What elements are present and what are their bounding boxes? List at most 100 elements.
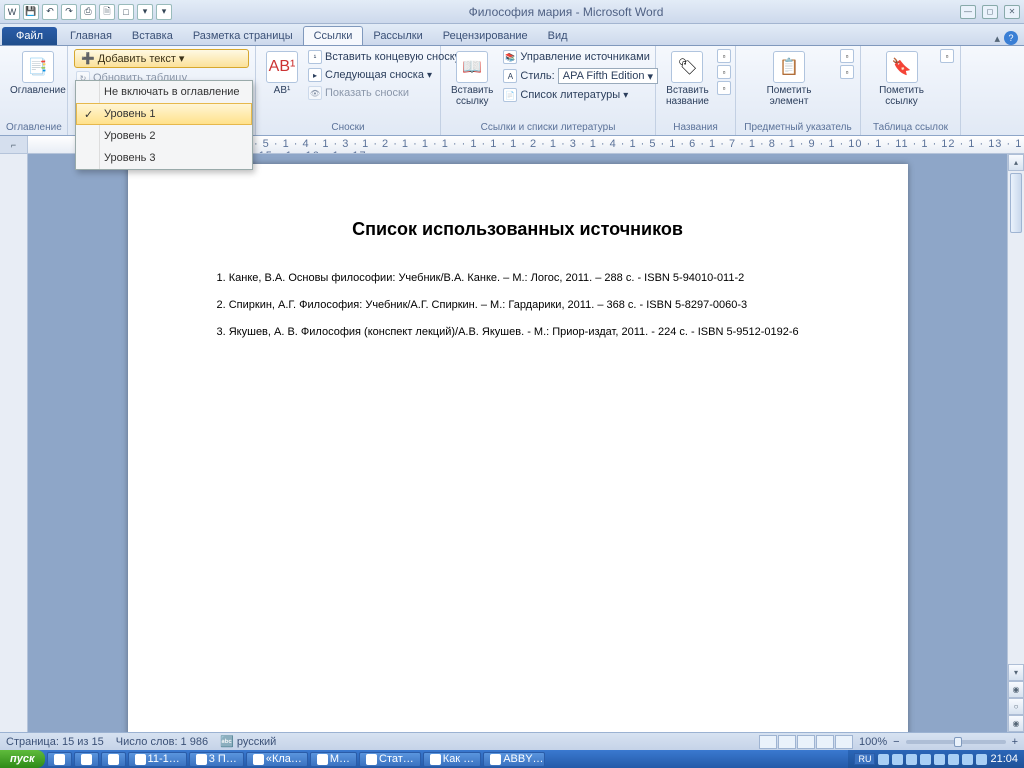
zoom-label[interactable]: 100% <box>859 736 887 748</box>
dd-item-level3[interactable]: Уровень 3 <box>76 147 252 169</box>
bibliography-list: Канке, В.А. Основы философии: Учебник/В.… <box>213 268 823 343</box>
view-print-icon[interactable] <box>759 735 777 749</box>
tray-icon[interactable] <box>906 754 917 765</box>
view-read-icon[interactable] <box>778 735 796 749</box>
ribbon-min-icon[interactable]: ▴ <box>994 32 1000 45</box>
style-select[interactable]: APA Fifth Edition▾ <box>558 68 658 84</box>
cap-sm3-icon[interactable]: ▫ <box>717 81 731 95</box>
tab-mailings[interactable]: Рассылки <box>363 27 432 45</box>
tray-icon[interactable] <box>878 754 889 765</box>
minimize-button[interactable]: ― <box>960 5 976 19</box>
tray-icon[interactable] <box>948 754 959 765</box>
taskbar-item[interactable]: 11-1… <box>128 752 187 767</box>
next-page-icon[interactable]: ◉ <box>1008 715 1024 732</box>
tab-home[interactable]: Главная <box>60 27 122 45</box>
app-icon <box>135 754 146 765</box>
redo-icon[interactable]: ↷ <box>61 4 77 20</box>
taskbar-item[interactable]: Как … <box>423 752 481 767</box>
taskbar-item[interactable]: М… <box>310 752 357 767</box>
app-icon <box>81 754 92 765</box>
tb-quick2[interactable] <box>74 752 99 767</box>
bibliography-button[interactable]: 📄Список литературы ▾ <box>501 87 660 103</box>
manage-sources-button[interactable]: 📚Управление источниками <box>501 49 660 65</box>
dd-item-level1[interactable]: ✓Уровень 1 <box>76 103 252 125</box>
dd-item-none[interactable]: Не включать в оглавление <box>76 81 252 103</box>
group-authorities: Таблица ссылок <box>867 120 954 133</box>
tb-quick1[interactable] <box>47 752 72 767</box>
scroll-up-icon[interactable]: ▴ <box>1008 154 1024 171</box>
taskbar-item[interactable]: «Кла… <box>246 752 308 767</box>
scrollbar-vertical[interactable]: ▴ ▾ ◉ ○ ◉ <box>1007 154 1024 732</box>
zoom-in-icon[interactable]: + <box>1012 736 1018 748</box>
help-icon[interactable]: ? <box>1004 31 1018 45</box>
view-outline-icon[interactable] <box>816 735 834 749</box>
tab-insert[interactable]: Вставка <box>122 27 183 45</box>
zoom-slider[interactable] <box>906 740 1006 744</box>
word-icon[interactable]: W <box>4 4 20 20</box>
zoom-out-icon[interactable]: − <box>893 736 899 748</box>
ruler-corner[interactable]: ⌐ <box>0 136 28 153</box>
close-button[interactable]: ✕ <box>1004 5 1020 19</box>
browse-icon[interactable]: ○ <box>1008 698 1024 715</box>
tb-quick3[interactable] <box>101 752 126 767</box>
open-icon[interactable]: ▾ <box>137 4 153 20</box>
tab-references[interactable]: Ссылки <box>303 26 364 45</box>
maximize-button[interactable]: ◻ <box>982 5 998 19</box>
prev-page-icon[interactable]: ◉ <box>1008 681 1024 698</box>
quick-access-toolbar: W 💾 ↶ ↷ ⎙ 🗎 □ ▾ ▾ <box>4 4 172 20</box>
view-draft-icon[interactable] <box>835 735 853 749</box>
ruler-vertical[interactable] <box>0 154 28 732</box>
dd-item-level2[interactable]: Уровень 2 <box>76 125 252 147</box>
document-area[interactable]: Список использованных источников Канке, … <box>28 154 1007 732</box>
status-page[interactable]: Страница: 15 из 15 <box>6 736 104 748</box>
next-footnote-button[interactable]: ▸Следующая сноска ▾ <box>306 67 462 83</box>
toc-icon: 📑 <box>22 51 54 83</box>
idx-sm2-icon[interactable]: ▫ <box>840 65 854 79</box>
insert-footnote-button[interactable]: AB¹AB¹ <box>262 49 302 98</box>
scroll-thumb[interactable] <box>1010 173 1022 233</box>
system-tray: RU 21:04 <box>848 750 1024 768</box>
taskbar-item[interactable]: 3 П… <box>189 752 244 767</box>
status-lang[interactable]: 🔤 русский <box>220 735 276 748</box>
app-icon <box>196 754 207 765</box>
qat-more-icon[interactable]: ▾ <box>156 4 172 20</box>
toc-button[interactable]: 📑Оглавление <box>6 49 70 98</box>
tab-file[interactable]: Файл <box>2 27 57 45</box>
clock[interactable]: 21:04 <box>990 753 1018 765</box>
add-text-button[interactable]: ➕Добавить текст▾ <box>74 49 249 68</box>
tray-icon[interactable] <box>976 754 987 765</box>
lang-indicator[interactable]: RU <box>854 753 875 765</box>
cap-sm2-icon[interactable]: ▫ <box>717 65 731 79</box>
zoom-thumb[interactable] <box>954 737 962 747</box>
taskbar-item[interactable]: ABBY… <box>483 752 545 767</box>
app-icon <box>108 754 119 765</box>
list-item: Якушев, А. В. Философия (конспект лекций… <box>213 322 823 343</box>
mark-citation-button[interactable]: 🔖Пометить ссылку <box>867 49 936 109</box>
insert-endnote-button[interactable]: ¹Вставить концевую сноску <box>306 49 462 65</box>
cap-sm1-icon[interactable]: ▫ <box>717 49 731 63</box>
scroll-down-icon[interactable]: ▾ <box>1008 664 1024 681</box>
new-icon[interactable]: □ <box>118 4 134 20</box>
start-button[interactable]: пуск <box>0 750 45 768</box>
auth-sm-icon[interactable]: ▫ <box>940 49 954 63</box>
tab-review[interactable]: Рецензирование <box>433 27 538 45</box>
tab-view[interactable]: Вид <box>538 27 578 45</box>
print-icon[interactable]: ⎙ <box>80 4 96 20</box>
tab-layout[interactable]: Разметка страницы <box>183 27 303 45</box>
undo-icon[interactable]: ↶ <box>42 4 58 20</box>
tray-icon[interactable] <box>892 754 903 765</box>
mark-entry-button[interactable]: 📋Пометить элемент <box>742 49 836 109</box>
tray-icon[interactable] <box>934 754 945 765</box>
idx-sm1-icon[interactable]: ▫ <box>840 49 854 63</box>
tray-icon[interactable] <box>962 754 973 765</box>
save-icon[interactable]: 💾 <box>23 4 39 20</box>
view-web-icon[interactable] <box>797 735 815 749</box>
check-icon: ✓ <box>84 108 93 121</box>
show-footnotes-button[interactable]: 👁Показать сноски <box>306 85 462 101</box>
insert-caption-button[interactable]: 🏷Вставить название <box>662 49 713 109</box>
tray-icon[interactable] <box>920 754 931 765</box>
status-words[interactable]: Число слов: 1 986 <box>116 736 208 748</box>
page[interactable]: Список использованных источников Канке, … <box>128 164 908 732</box>
preview-icon[interactable]: 🗎 <box>99 4 115 20</box>
taskbar-item[interactable]: Стат… <box>359 752 421 767</box>
